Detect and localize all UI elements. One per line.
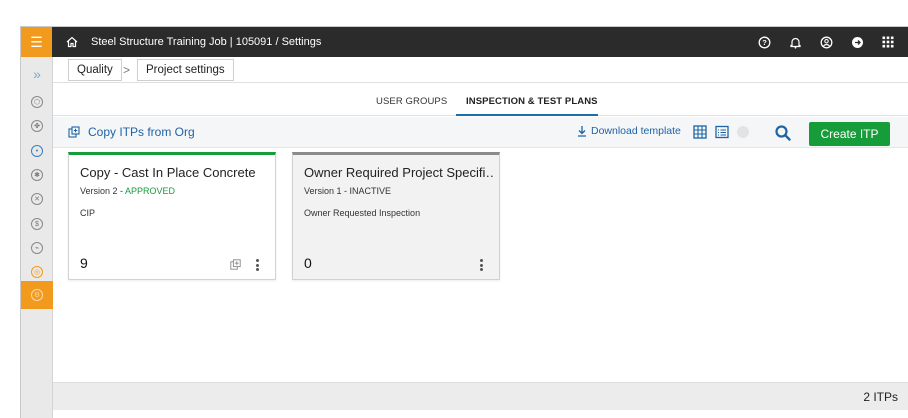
card-subtitle: Owner Requested Inspection [304, 208, 421, 218]
module-1-icon[interactable]: ⬡ [21, 91, 53, 113]
card-title: Copy - Cast In Place Concrete [80, 165, 256, 180]
search-icon[interactable] [774, 124, 792, 142]
app-frame: ☰ Steel Structure Training Job | 105091 … [0, 0, 908, 418]
download-icon [578, 126, 586, 137]
more-options-icon[interactable] [480, 259, 484, 271]
itp-card-grid: Copy - Cast In Place Concrete Version 2 … [53, 148, 908, 382]
home-icon[interactable] [65, 35, 79, 49]
itp-count: 2 ITPs [863, 390, 898, 404]
module-8-icon[interactable]: ◎ [21, 261, 53, 283]
tab-user-groups[interactable]: USER GROUPS [376, 96, 447, 107]
card-version: Version 1 - INACTIVE [304, 186, 391, 196]
itp-card[interactable]: Copy - Cast In Place Concrete Version 2 … [68, 152, 276, 280]
copy-itps-button[interactable]: Copy ITPs from Org [68, 125, 195, 139]
module-3-icon[interactable]: • [21, 140, 53, 162]
download-template-link[interactable]: Download template [577, 125, 681, 137]
card-count: 0 [304, 255, 312, 271]
user-circle-icon[interactable] [814, 27, 838, 57]
breadcrumb: Quality > Project settings [53, 57, 908, 83]
card-count: 9 [80, 255, 88, 271]
help-icon[interactable]: ? [752, 27, 776, 57]
card-version-label: Version 2 - [80, 186, 126, 196]
toolbar: Copy ITPs from Org Download template Cre… [53, 117, 908, 148]
copy-itps-label: Copy ITPs from Org [88, 125, 195, 139]
copy-icon [68, 126, 80, 138]
card-version-label: Version 1 - [304, 186, 350, 196]
list-view-icon[interactable] [713, 123, 731, 141]
tabs: USER GROUPS INSPECTION & TEST PLANS [53, 88, 908, 116]
footer-bar: 2 ITPs [53, 382, 908, 410]
download-template-label: Download template [591, 125, 681, 137]
status-badge: INACTIVE [349, 186, 392, 196]
status-badge: APPROVED [125, 186, 176, 196]
toggle-indicator[interactable] [737, 126, 749, 138]
active-tab-indicator [456, 114, 598, 116]
signout-icon[interactable] [845, 27, 869, 57]
top-icons: ? [745, 27, 900, 57]
apps-grid-icon[interactable] [876, 27, 900, 57]
card-version: Version 2 - APPROVED [80, 186, 175, 196]
svg-text:?: ? [762, 38, 767, 47]
breadcrumb-separator: > [123, 63, 131, 77]
bell-icon[interactable] [783, 27, 807, 57]
itp-card[interactable]: Owner Required Project Specifi… Version … [292, 152, 500, 280]
card-title: Owner Required Project Specifi… [304, 165, 494, 180]
settings-module-icon[interactable]: ⚙ [21, 281, 53, 309]
expand-rail-icon[interactable]: » [21, 63, 53, 85]
menu-button[interactable]: ☰ [21, 27, 52, 57]
create-itp-button[interactable]: Create ITP [809, 122, 890, 146]
breadcrumb-quality[interactable]: Quality [68, 59, 122, 81]
more-options-icon[interactable] [256, 259, 260, 271]
module-6-icon[interactable]: $ [21, 213, 53, 235]
top-bar: ☰ Steel Structure Training Job | 105091 … [21, 27, 908, 57]
module-4-icon[interactable]: ✱ [21, 164, 53, 186]
copy-icon[interactable] [230, 259, 241, 270]
card-subtitle: CIP [80, 208, 96, 218]
grid-view-icon[interactable] [691, 123, 709, 141]
menu-icon: ☰ [30, 34, 43, 50]
module-5-icon[interactable]: ✕ [21, 188, 53, 210]
left-rail: » ⬡ ✤ • ✱ ✕ $ ⌁ ◎ ⚙ [21, 57, 53, 418]
page-title: Steel Structure Training Job | 105091 / … [91, 36, 322, 48]
breadcrumb-project-settings[interactable]: Project settings [137, 59, 234, 81]
tab-inspection-test-plans[interactable]: INSPECTION & TEST PLANS [466, 96, 598, 107]
module-2-icon[interactable]: ✤ [21, 115, 53, 137]
module-7-icon[interactable]: ⌁ [21, 237, 53, 259]
